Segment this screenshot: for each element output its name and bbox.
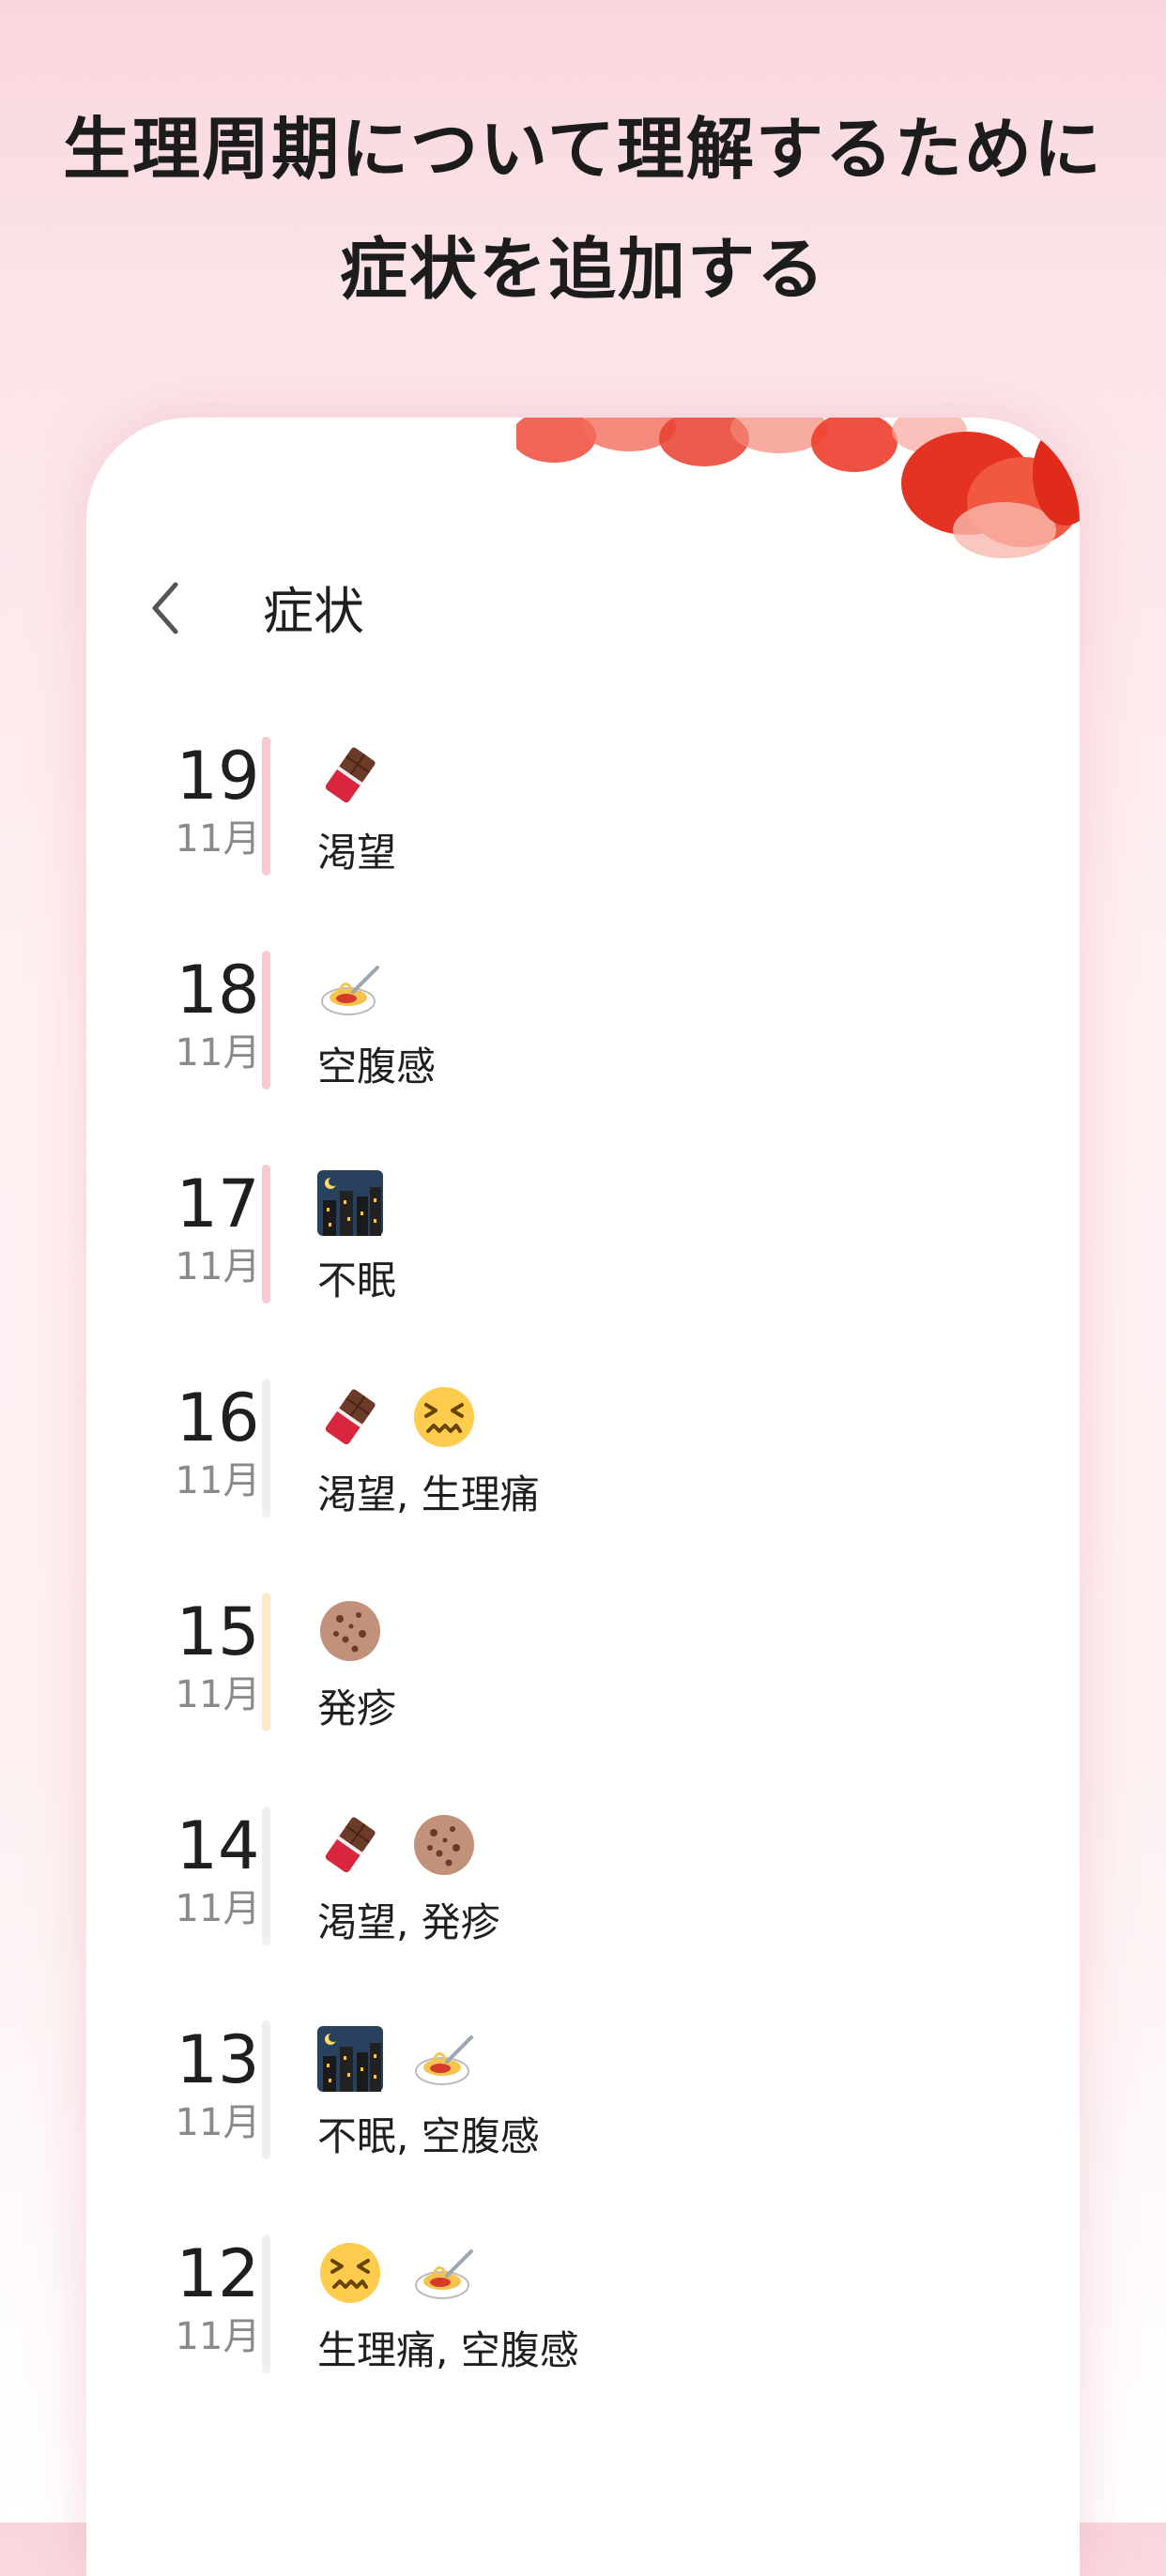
symptom-names: 不眠: [317, 1258, 397, 1303]
symptom-entry-row[interactable]: 19 11月 渇望: [86, 737, 1080, 951]
entry-content: 渇望: [317, 737, 396, 878]
entry-day: 12: [176, 2235, 260, 2312]
headline-line-1: 生理周期について理解するために: [63, 110, 1103, 189]
entry-date: 19 11月: [124, 737, 312, 862]
entry-month: 11月: [175, 2315, 261, 2358]
symptom-icons: [317, 737, 396, 814]
page-title: 症状: [263, 582, 364, 641]
entry-date: 17 11月: [124, 1165, 312, 1290]
symptom-names: 渇望, 生理痛: [317, 1471, 540, 1517]
entry-date: 18 11月: [124, 951, 312, 1076]
chocolate-icon: [317, 1384, 383, 1450]
entry-month: 11月: [175, 817, 261, 861]
symptom-entry-row[interactable]: 12 11月 生理痛, 空腹感: [86, 2234, 1080, 2448]
cycle-phase-bar: [262, 1165, 270, 1303]
entry-content: 生理痛, 空腹感: [317, 2234, 579, 2376]
entry-content: 不眠: [317, 1165, 396, 1306]
symptom-entry-row[interactable]: 13 11月 不眠, 空腹感: [86, 2020, 1080, 2234]
entry-day: 16: [176, 1379, 260, 1456]
top-nav: 症状: [86, 558, 1080, 652]
entry-month: 11月: [175, 1031, 261, 1075]
night-city-icon: [317, 2026, 383, 2092]
cycle-phase-bar: [262, 1379, 270, 1517]
entry-date: 14 11月: [124, 1806, 312, 1932]
symptom-names: 発疹: [317, 1685, 397, 1731]
confounded-face-icon: [317, 2240, 383, 2306]
symptom-icons: [317, 1165, 396, 1242]
cycle-phase-bar: [262, 951, 270, 1090]
symptom-icons: [317, 1806, 500, 1883]
entry-month: 11月: [175, 1459, 261, 1502]
symptom-entry-row[interactable]: 17 11月 不眠: [86, 1165, 1080, 1379]
entry-content: 不眠, 空腹感: [317, 2020, 540, 2162]
symptom-icons: [317, 2020, 540, 2097]
cycle-phase-bar: [262, 1806, 270, 1945]
entry-date: 13 11月: [124, 2020, 312, 2146]
symptom-names: 渇望: [317, 830, 397, 876]
chocolate-icon: [317, 1812, 383, 1878]
entry-day: 18: [176, 952, 260, 1029]
cycle-phase-bar: [262, 1593, 270, 1731]
symptom-icons: [317, 951, 436, 1028]
entry-month: 11月: [175, 2101, 261, 2144]
app-screen-card: 症状 19 11月 渇望 18 11月 空腹感 17 11月 不眠 16 11月 渇望, 生理痛 15 1…: [86, 418, 1080, 2576]
entry-content: 渇望, 生理痛: [317, 1379, 540, 1520]
headline-line-2: 症状を追加する: [339, 230, 826, 309]
symptom-entry-row[interactable]: 18 11月 空腹感: [86, 951, 1080, 1165]
cycle-phase-bar: [262, 2234, 270, 2373]
cookie-icon: [317, 1598, 383, 1664]
entry-day: 15: [176, 1593, 260, 1670]
cycle-phase-bar: [262, 2020, 270, 2159]
entry-day: 13: [176, 2021, 260, 2098]
symptom-names: 不眠, 空腹感: [317, 2113, 540, 2159]
entry-content: 渇望, 発疹: [317, 1806, 500, 1948]
back-arrow-icon[interactable]: [138, 575, 194, 641]
confounded-face-icon: [411, 1384, 477, 1450]
symptom-log-list: 19 11月 渇望 18 11月 空腹感 17 11月 不眠 16 11月 渇望, 生理痛 15 11月発…: [86, 737, 1080, 2448]
symptom-names: 空腹感: [317, 1044, 437, 1090]
chocolate-icon: [317, 742, 383, 808]
entry-day: 14: [176, 1807, 260, 1884]
night-city-icon: [317, 1170, 383, 1236]
spaghetti-icon: [411, 2240, 477, 2306]
symptom-names: 渇望, 発疹: [317, 1899, 500, 1945]
headline: 生理周期について理解するために 症状を追加する: [0, 89, 1166, 329]
symptom-entry-row[interactable]: 14 11月 渇望, 発疹: [86, 1806, 1080, 2020]
entry-content: 発疹: [317, 1593, 396, 1734]
entry-date: 16 11月: [124, 1379, 312, 1504]
spaghetti-icon: [411, 2026, 477, 2092]
entry-month: 11月: [175, 1887, 261, 1930]
entry-content: 空腹感: [317, 951, 436, 1092]
symptom-entry-row[interactable]: 16 11月 渇望, 生理痛: [86, 1379, 1080, 1593]
symptom-icons: [317, 2234, 579, 2311]
symptom-names: 生理痛, 空腹感: [317, 2327, 579, 2373]
entry-date: 15 11月: [124, 1593, 312, 1718]
entry-month: 11月: [175, 1673, 261, 1716]
cycle-phase-bar: [262, 737, 270, 876]
entry-day: 19: [176, 738, 260, 815]
symptom-icons: [317, 1593, 396, 1669]
cookie-icon: [411, 1812, 477, 1878]
entry-day: 17: [176, 1166, 260, 1242]
entry-date: 12 11月: [124, 2234, 312, 2360]
spaghetti-icon: [317, 956, 383, 1022]
symptom-entry-row[interactable]: 15 11月 発疹: [86, 1593, 1080, 1806]
flower-petals-decoration: [516, 418, 1080, 558]
symptom-icons: [317, 1379, 540, 1456]
entry-month: 11月: [175, 1245, 261, 1288]
